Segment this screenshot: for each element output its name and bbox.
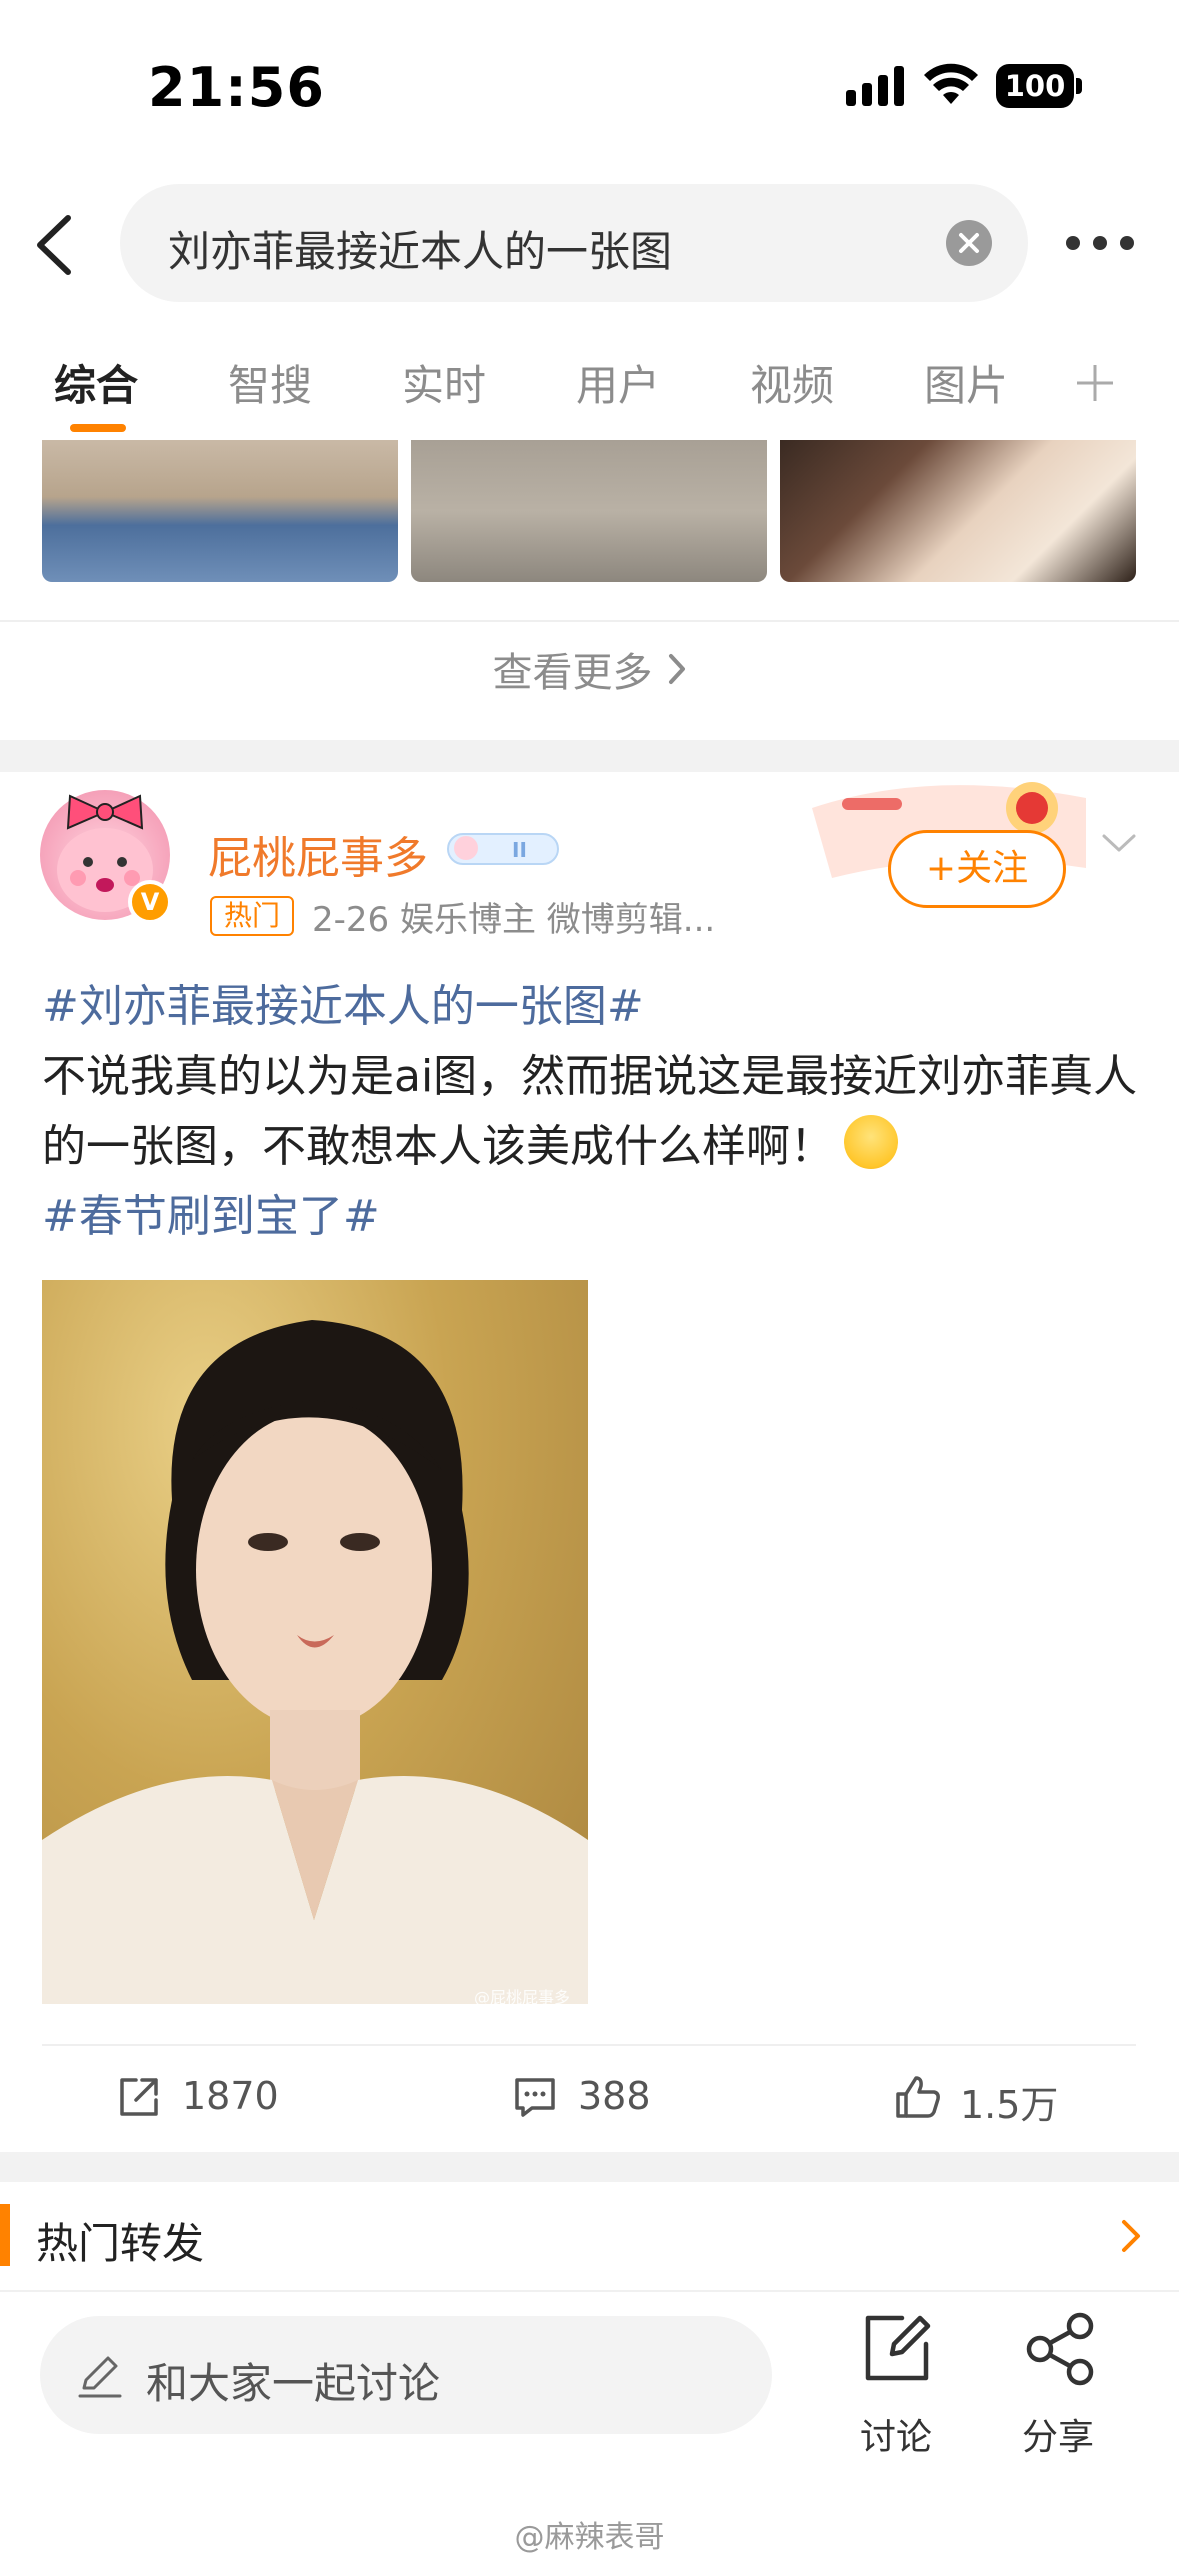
divider <box>0 620 1179 622</box>
crying-emoji-icon <box>844 1115 898 1169</box>
tab-images[interactable]: 图片 <box>924 352 1008 413</box>
repost-count: 1870 <box>182 2074 279 2118</box>
result-thumbnail[interactable] <box>42 440 398 582</box>
post-photo[interactable] <box>42 1280 588 2004</box>
share-icon <box>1026 2312 1094 2386</box>
repost-button[interactable]: 1870 <box>116 2064 316 2134</box>
result-thumbnail[interactable] <box>780 440 1136 582</box>
member-badge-icon: II <box>447 833 559 865</box>
image-results-strip <box>0 440 1179 584</box>
svg-text:II: II <box>512 838 527 862</box>
like-button[interactable]: 1.5万 <box>894 2064 1094 2134</box>
repost-icon <box>120 2078 158 2116</box>
post-body-text: 不说我真的以为是ai图，然而据说这是最接近刘亦菲真人的一张图，不敢想本人该美成什… <box>42 1051 1138 1172</box>
post-body: #刘亦菲最接近本人的一张图# 不说我真的以为是ai图，然而据说这是最接近刘亦菲真… <box>42 972 1142 1252</box>
verified-badge-icon: V <box>128 880 172 924</box>
discuss-label: 讨论 <box>859 2417 932 2458</box>
result-thumbnail[interactable] <box>411 440 767 582</box>
status-time: 21:56 <box>148 56 325 119</box>
post-meta: 2-26 娱乐博主 微博剪辑... <box>312 900 716 940</box>
tab-smart-search[interactable]: 智搜 <box>228 352 312 413</box>
wifi-icon <box>924 63 978 104</box>
battery-indicator: 100 <box>996 64 1082 108</box>
share-label: 分享 <box>1021 2417 1094 2458</box>
follow-button[interactable]: +关注 <box>888 830 1066 908</box>
comment-button[interactable]: 388 <box>512 2064 692 2134</box>
cellular-signal-icon <box>846 66 904 106</box>
battery-level: 100 <box>996 64 1074 108</box>
search-tabs: 综合 智搜 实时 用户 视频 图片 <box>0 340 1179 436</box>
post-author-name[interactable]: 屁桃屁事多 <box>208 822 428 886</box>
discuss-button[interactable]: 讨论 <box>836 2312 956 2458</box>
tab-users[interactable]: 用户 <box>576 352 660 413</box>
comment-count: 388 <box>578 2074 651 2118</box>
comment-input[interactable]: 和大家一起讨论 <box>40 2316 772 2434</box>
bow-icon <box>66 794 144 830</box>
search-query: 刘亦菲最接近本人的一张图 <box>168 227 673 276</box>
hashtag-link[interactable]: #春节刷到宝了# <box>42 1191 380 1242</box>
search-input[interactable]: 刘亦菲最接近本人的一张图 <box>120 184 1028 302</box>
footer-watermark: @麻辣表哥 <box>514 2520 665 2555</box>
hashtag-link[interactable]: #刘亦菲最接近本人的一张图# <box>42 981 644 1032</box>
hot-tag: 热门 <box>210 896 294 936</box>
thumbs-up-icon <box>896 2076 940 2118</box>
share-button[interactable]: 分享 <box>998 2312 1118 2458</box>
section-accent-bar <box>0 2204 10 2266</box>
tab-comprehensive[interactable]: 综合 <box>54 352 138 413</box>
section-gap <box>0 740 1179 772</box>
divider <box>42 2044 1136 2046</box>
see-more-link[interactable]: 查看更多 <box>0 640 1179 720</box>
section-gap <box>0 2152 1179 2182</box>
pencil-icon <box>78 2356 122 2398</box>
clear-search-icon[interactable] <box>946 220 992 266</box>
more-options-icon[interactable] <box>1066 230 1136 254</box>
hot-repost-title[interactable]: 热门转发 <box>36 2210 204 2271</box>
tab-videos[interactable]: 视频 <box>750 352 834 413</box>
battery-tip <box>1076 78 1082 94</box>
active-tab-indicator <box>70 424 126 432</box>
chevron-down-icon[interactable] <box>1100 830 1138 856</box>
status-bar: 21:56 100 <box>0 0 1179 170</box>
see-more-label: 查看更多 <box>492 650 653 696</box>
image-watermark: @屁桃屁事多 <box>474 1988 571 2007</box>
plus-icon[interactable] <box>1074 362 1116 404</box>
back-arrow-icon[interactable] <box>30 212 74 278</box>
comment-placeholder: 和大家一起讨论 <box>146 2359 441 2408</box>
chevron-right-icon[interactable] <box>1120 2218 1142 2254</box>
like-count: 1.5万 <box>960 2083 1059 2127</box>
comment-icon <box>515 2078 555 2117</box>
bottom-action-bar: 和大家一起讨论 讨论 分享 @麻辣表哥 <box>0 2290 1179 2556</box>
chevron-right-icon <box>668 654 685 684</box>
edit-square-icon <box>865 2315 931 2381</box>
tab-realtime[interactable]: 实时 <box>402 352 486 413</box>
